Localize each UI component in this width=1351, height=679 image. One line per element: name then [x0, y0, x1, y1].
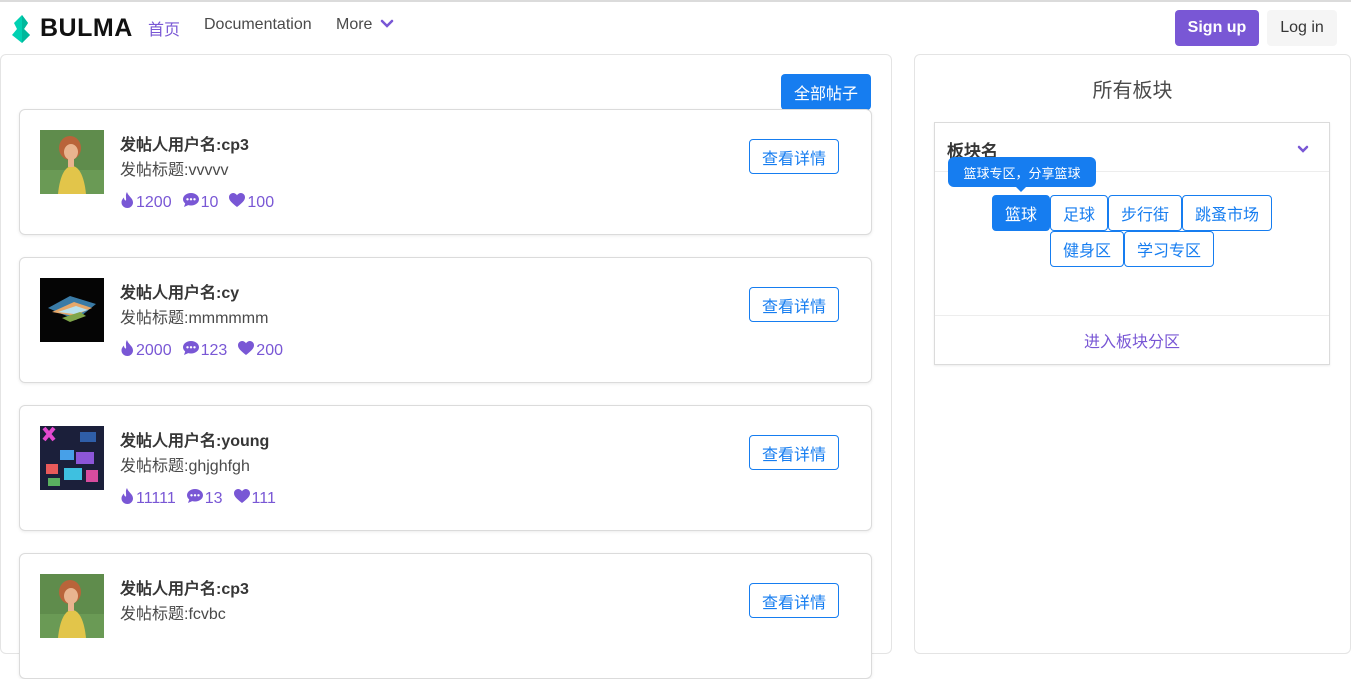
- heart-icon: [237, 340, 256, 361]
- comment-count: 13: [186, 488, 223, 509]
- view-detail-button[interactable]: 查看详情: [749, 287, 839, 322]
- comment-count: 10: [182, 192, 219, 213]
- post-stats: 2000 123 200: [120, 340, 293, 361]
- chevron-down-icon: [380, 16, 394, 34]
- nav-more-dropdown[interactable]: More: [336, 16, 394, 34]
- fire-icon: [120, 192, 136, 213]
- view-count-value: 2000: [136, 341, 172, 359]
- nav-documentation[interactable]: Documentation: [204, 16, 312, 34]
- view-count: 1200: [120, 192, 172, 213]
- board-tag-basketball[interactable]: 篮球: [992, 195, 1050, 231]
- view-count-value: 11111: [136, 489, 176, 507]
- post-card: 发帖人用户名:cp3 发帖标题:vvvvv 1200 10 100 查看详情: [19, 109, 872, 235]
- tooltip-arrow: [1016, 187, 1026, 192]
- signup-button[interactable]: Sign up: [1175, 10, 1259, 46]
- view-detail-button[interactable]: 查看详情: [749, 435, 839, 470]
- post-card: 发帖人用户名:young 发帖标题:ghjghfgh 11111 13 111 查看详情: [19, 405, 872, 531]
- all-posts-button[interactable]: 全部帖子: [781, 74, 871, 110]
- comment-icon: [182, 340, 201, 361]
- comment-count-value: 13: [204, 489, 223, 507]
- like-count-value: 111: [251, 489, 276, 507]
- nav-more-label: More: [336, 16, 373, 33]
- comment-count: 123: [182, 340, 228, 361]
- board-tag-flea-market[interactable]: 跳蚤市场: [1182, 195, 1272, 231]
- heart-icon: [228, 192, 247, 213]
- board-tag-street[interactable]: 步行街: [1108, 195, 1182, 231]
- heart-icon: [233, 488, 252, 509]
- post-title: 发帖标题:fcvbc: [120, 606, 226, 623]
- brand-name: BULMA: [40, 14, 133, 42]
- fire-icon: [120, 340, 136, 361]
- post-title: 发帖标题:mmmmmm: [120, 310, 269, 327]
- post-card: 发帖人用户名:cp3 发帖标题:fcvbc 查看详情: [19, 553, 872, 679]
- enter-board-link[interactable]: 进入板块分区: [935, 315, 1329, 364]
- view-count-value: 1200: [136, 193, 172, 211]
- post-title: 发帖标题:ghjghfgh: [120, 458, 250, 475]
- post-username: 发帖人用户名:young: [120, 433, 270, 450]
- post-stats: 1200 10 100: [120, 192, 284, 213]
- post-stats: 11111 13 111: [120, 488, 286, 509]
- bulma-logo-icon: [12, 14, 30, 43]
- post-username: 发帖人用户名:cp3: [120, 137, 249, 154]
- view-count: 2000: [120, 340, 172, 361]
- comment-icon: [186, 488, 205, 509]
- view-count: 11111: [120, 488, 176, 509]
- board-tooltip: 篮球专区，分享篮球: [948, 157, 1096, 187]
- post-card: 发帖人用户名:cy 发帖标题:mmmmmm 2000 123 200 查看详情: [19, 257, 872, 383]
- fire-icon: [120, 488, 136, 509]
- view-detail-button[interactable]: 查看详情: [749, 583, 839, 618]
- brand-logo[interactable]: BULMA: [12, 14, 133, 43]
- boards-heading: 所有板块: [1092, 80, 1173, 102]
- like-count: 100: [228, 192, 274, 213]
- board-tag-study[interactable]: 学习专区: [1124, 231, 1214, 267]
- chevron-down-icon[interactable]: [1297, 141, 1309, 159]
- post-title: 发帖标题:vvvvv: [120, 162, 229, 179]
- nav-home[interactable]: 首页: [148, 16, 180, 40]
- like-count-value: 100: [247, 193, 275, 211]
- post-avatar: [40, 426, 104, 490]
- navbar: BULMA 首页 Documentation More Sign up Log …: [0, 2, 1351, 52]
- comment-icon: [182, 192, 201, 213]
- comment-count-value: 10: [200, 193, 219, 211]
- board-tag-fitness[interactable]: 健身区: [1050, 231, 1124, 267]
- view-detail-button[interactable]: 查看详情: [749, 139, 839, 174]
- board-tag-football[interactable]: 足球: [1050, 195, 1108, 231]
- like-count: 200: [237, 340, 283, 361]
- comment-count-value: 123: [200, 341, 228, 359]
- like-count-value: 200: [256, 341, 283, 359]
- post-username: 发帖人用户名:cy: [120, 285, 240, 302]
- post-avatar: [40, 278, 104, 342]
- post-username: 发帖人用户名:cp3: [120, 581, 249, 598]
- post-avatar: [40, 574, 104, 638]
- like-count: 111: [233, 488, 276, 509]
- post-avatar: [40, 130, 104, 194]
- login-button[interactable]: Log in: [1267, 10, 1337, 46]
